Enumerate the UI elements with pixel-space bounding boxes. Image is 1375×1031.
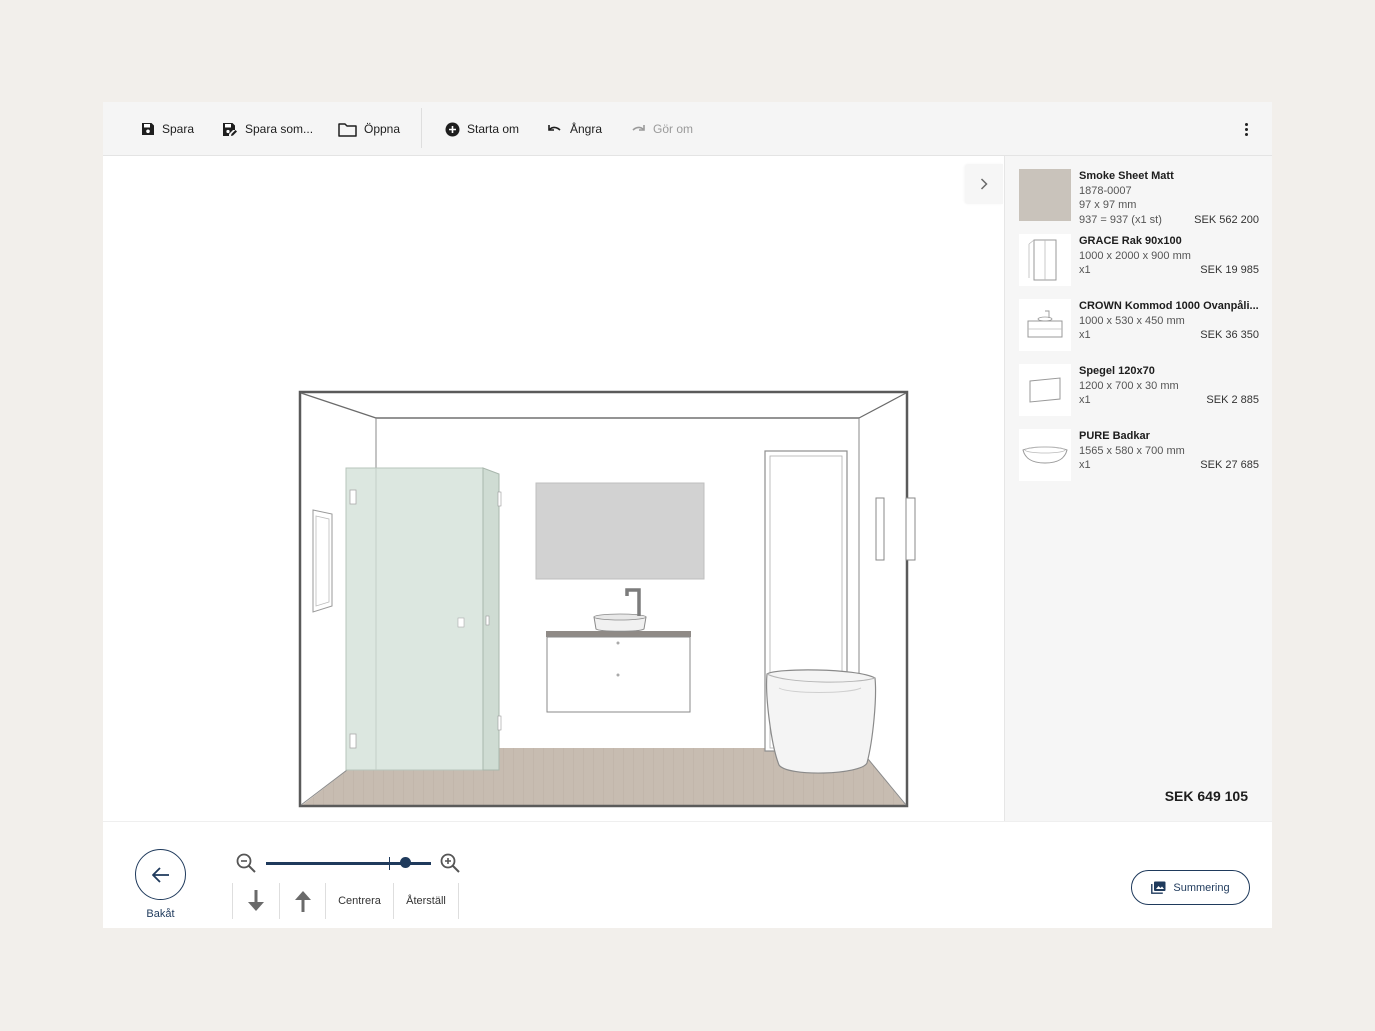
- bottom-bar: Bakåt Centrera Återställ Summering: [103, 821, 1272, 928]
- shower-enclosure-icon: [1019, 234, 1071, 286]
- vanity-top: [546, 631, 691, 637]
- reset-button[interactable]: Återställ: [393, 883, 459, 919]
- item-qty: x1: [1079, 329, 1091, 341]
- zoom-in-icon[interactable]: [439, 852, 461, 879]
- restart-label: Starta om: [467, 122, 520, 136]
- collapse-panel-button[interactable]: [965, 164, 1003, 204]
- chevron-right-icon: [980, 178, 988, 190]
- list-item[interactable]: PURE Badkar 1565 x 580 x 700 mm x1 SEK 27…: [1019, 429, 1259, 491]
- move-up-button[interactable]: [279, 883, 325, 919]
- undo-icon: [548, 125, 561, 131]
- save-button[interactable]: Spara: [141, 102, 194, 156]
- item-detail: 1000 x 530 x 450 mm: [1079, 314, 1185, 327]
- folder-icon: [338, 122, 357, 137]
- room-canvas[interactable]: [103, 156, 1004, 821]
- back-label: Bakåt: [146, 908, 175, 920]
- view-controls: Centrera Återställ: [232, 883, 459, 919]
- list-item[interactable]: GRACE Rak 90x100 1000 x 2000 x 900 mm x1…: [1019, 234, 1259, 296]
- zoom-slider-handle[interactable]: [399, 857, 411, 868]
- restart-button[interactable]: Starta om: [445, 102, 519, 156]
- bathtub: [766, 669, 877, 774]
- item-price: SEK 562 200: [1194, 213, 1259, 226]
- open-button[interactable]: Öppna: [338, 102, 400, 156]
- bathtub-icon: [1019, 429, 1071, 481]
- item-price: SEK 2 885: [1206, 394, 1259, 406]
- item-detail: 1565 x 580 x 700 mm: [1079, 444, 1185, 457]
- total-price: SEK 649 105: [1164, 788, 1248, 804]
- toolbar: Spara Spara som... Öppna Starta om Ångra…: [103, 102, 1272, 156]
- item-price: SEK 36 350: [1200, 329, 1259, 341]
- app-window: Spara Spara som... Öppna Starta om Ångra…: [103, 102, 1272, 928]
- mirror-icon: [1019, 364, 1071, 416]
- faucet: [625, 588, 641, 616]
- save-icon: [142, 123, 154, 135]
- bathroom-room-view[interactable]: [103, 156, 1004, 821]
- item-price: SEK 19 985: [1200, 264, 1259, 276]
- item-detail: 1000 x 2000 x 900 mm: [1079, 249, 1191, 262]
- item-name: CROWN Kommod 1000 Ovanpåli...: [1079, 300, 1259, 312]
- item-name: Spegel 120x70: [1079, 365, 1155, 377]
- mirror: [535, 482, 705, 580]
- zoom-slider[interactable]: [266, 857, 431, 870]
- item-detail: 1878-0007: [1079, 184, 1132, 197]
- item-qty: x1: [1079, 264, 1091, 276]
- save-as-icon: [223, 122, 237, 136]
- redo-label: Gör om: [653, 122, 694, 136]
- undo-label: Ångra: [570, 122, 603, 136]
- item-qty: x1: [1079, 394, 1091, 406]
- arrow-down-icon: [248, 890, 264, 911]
- arrow-left-icon: [151, 866, 169, 883]
- item-price: SEK 27 685: [1200, 459, 1259, 471]
- move-down-button[interactable]: [232, 883, 279, 919]
- list-item[interactable]: Smoke Sheet Matt 1878-0007 97 x 97 mm 93…: [1019, 169, 1259, 231]
- right-wall-window: [905, 497, 916, 561]
- more-menu-icon[interactable]: [1240, 118, 1252, 140]
- zoom-slider-tick: [388, 857, 390, 870]
- save-as-label: Spara som...: [245, 122, 314, 136]
- item-name: PURE Badkar: [1079, 430, 1150, 442]
- redo-button[interactable]: Gör om: [630, 102, 693, 156]
- back-button[interactable]: [135, 849, 186, 900]
- redo-icon: [632, 125, 645, 131]
- toolbar-divider: [421, 108, 422, 148]
- zoom-out-icon[interactable]: [235, 852, 257, 879]
- product-list-panel: Smoke Sheet Matt 1878-0007 97 x 97 mm 93…: [1004, 156, 1272, 821]
- item-qty: x1: [1079, 459, 1091, 471]
- item-name: Smoke Sheet Matt: [1079, 170, 1174, 182]
- list-item[interactable]: Spegel 120x70 1200 x 700 x 30 mm x1 SEK 2…: [1019, 364, 1259, 426]
- save-label: Spara: [162, 122, 195, 136]
- undo-button[interactable]: Ångra: [547, 102, 602, 156]
- item-detail: 97 x 97 mm: [1079, 199, 1137, 211]
- list-item[interactable]: CROWN Kommod 1000 Ovanpåli... 1000 x 530…: [1019, 299, 1259, 361]
- center-button[interactable]: Centrera: [325, 883, 393, 919]
- arrow-up-icon: [294, 891, 311, 912]
- summary-image-icon: [1151, 881, 1166, 894]
- tile-swatch-icon: [1019, 169, 1071, 221]
- save-as-button[interactable]: Spara som...: [222, 102, 313, 156]
- vanity-cabinet-icon: [1019, 299, 1071, 351]
- item-name: GRACE Rak 90x100: [1079, 235, 1182, 247]
- summary-label: Summering: [1173, 881, 1230, 894]
- summary-button[interactable]: Summering: [1131, 870, 1250, 905]
- item-qty: 937 = 937 (x1 st): [1079, 213, 1162, 226]
- add-circle-icon: [445, 122, 460, 136]
- open-label: Öppna: [364, 122, 401, 136]
- item-detail: 1200 x 700 x 30 mm: [1079, 379, 1179, 392]
